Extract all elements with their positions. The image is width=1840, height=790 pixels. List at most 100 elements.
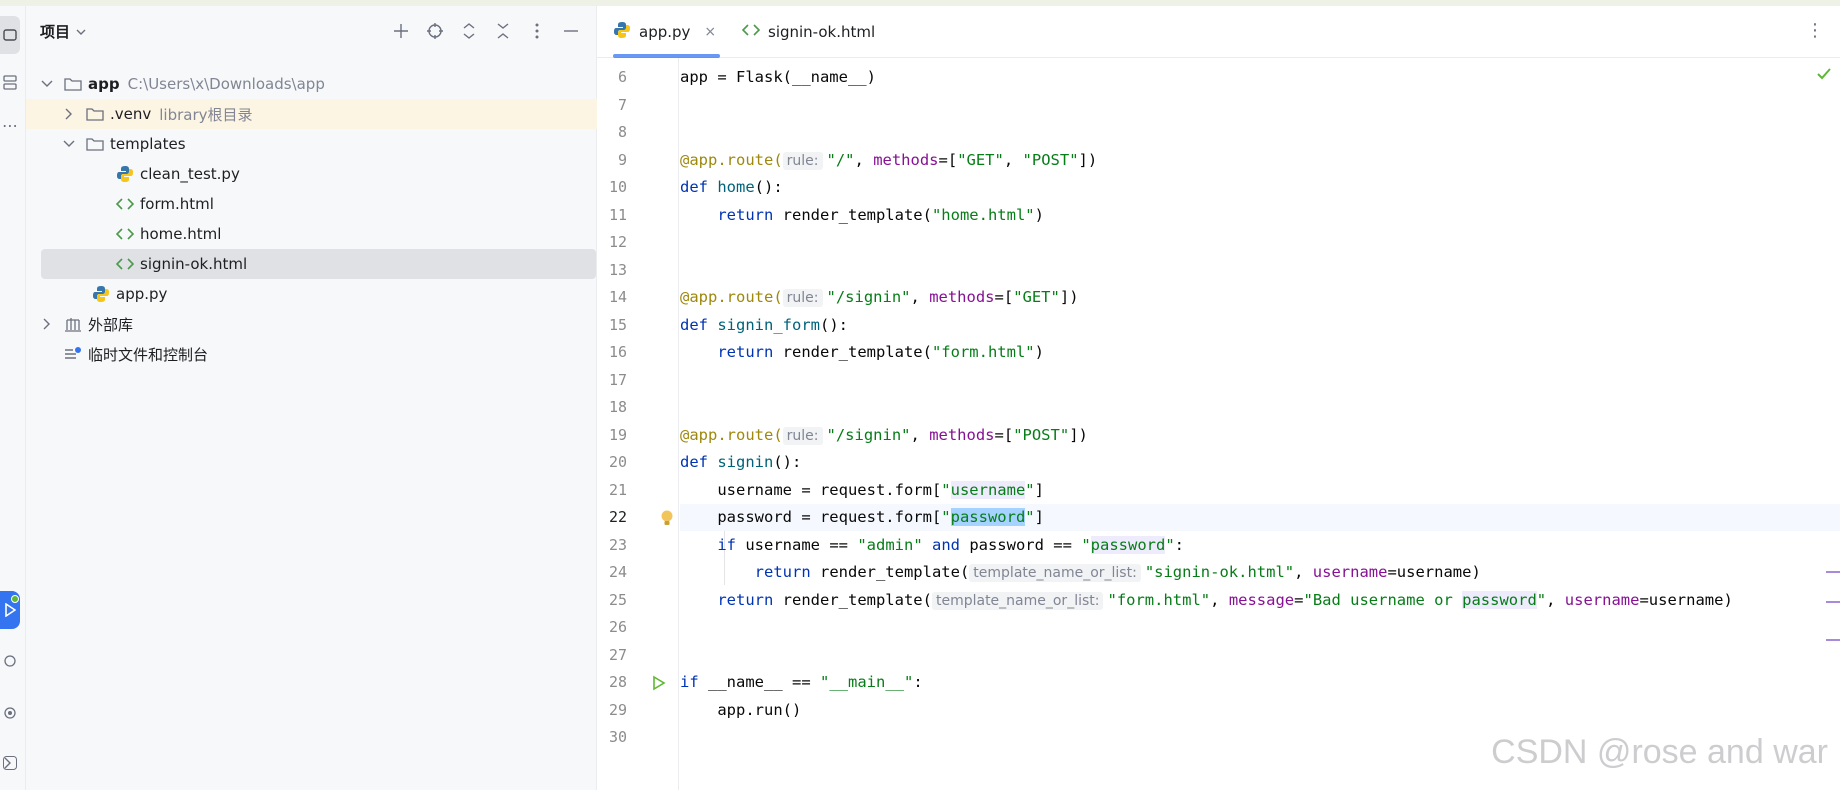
scrollbar-marker[interactable] xyxy=(1826,639,1840,641)
project-panel-title: 项目 xyxy=(40,23,71,41)
code-line-22: password = request.form["password"] xyxy=(717,508,1044,526)
editor-tab-bar: app.py × signin-ok.html ⋮ xyxy=(597,6,1840,58)
tree-item-signin-ok-html[interactable]: signin-ok.html xyxy=(41,249,596,279)
more-tools-button[interactable]: ⋯ xyxy=(0,106,20,144)
tab-label: app.py xyxy=(639,23,691,41)
line-number: 23 xyxy=(608,535,627,554)
chevron-down-icon xyxy=(63,140,75,147)
line-number: 6 xyxy=(617,68,627,86)
folder-icon xyxy=(64,75,82,93)
tab-more-icon[interactable]: ⋮ xyxy=(1806,20,1824,41)
line-number: 21 xyxy=(608,480,627,499)
tree-item-venv[interactable]: .venv library根目录 xyxy=(26,99,597,129)
project-header-toolbar xyxy=(389,19,583,43)
python-file-icon xyxy=(613,21,631,43)
tree-item-label: templates xyxy=(110,135,186,153)
terminal-tool-button[interactable] xyxy=(0,744,20,782)
project-panel: 项目 app C:\Users\x\Downloads\app .venv li… xyxy=(26,6,597,790)
line-number: 29 xyxy=(608,700,627,719)
chevron-right-icon xyxy=(65,108,72,120)
chevron-right-icon xyxy=(43,318,50,330)
code-line-11: return render_template("home.html") xyxy=(717,205,1044,224)
tree-item-label: app.py xyxy=(116,285,168,303)
code-line-28: if __name__ == "__main__": xyxy=(680,673,923,691)
minimize-icon[interactable] xyxy=(559,19,583,43)
line-number-current: 22 xyxy=(608,508,627,526)
code-line-20: def signin(): xyxy=(680,453,802,471)
collapse-all-icon[interactable] xyxy=(491,19,515,43)
tree-item-form-html[interactable]: form.html xyxy=(26,189,597,219)
code-line-23: if username == "admin" and password == "… xyxy=(717,535,1184,554)
scrollbar-marker[interactable] xyxy=(1826,601,1840,603)
code-line-14: @app.route(rule: "/signin", methods=["GET… xyxy=(680,288,1079,307)
line-number: 20 xyxy=(608,453,627,471)
tab-app-py[interactable]: app.py × xyxy=(613,6,721,58)
code-line-9: @app.route(rule: "/", methods=["GET", "PO… xyxy=(680,150,1098,170)
services-tool-button[interactable] xyxy=(0,694,20,732)
tab-label: signin-ok.html xyxy=(768,23,876,41)
folder-icon xyxy=(3,29,17,41)
tree-item-label: 临时文件和控制台 xyxy=(88,345,209,364)
line-number: 27 xyxy=(608,645,627,664)
python-file-icon xyxy=(92,285,110,303)
services-icon xyxy=(4,707,16,719)
python-file-icon xyxy=(116,165,134,183)
run-tool-button[interactable] xyxy=(0,591,20,629)
tree-item-hint: library根目录 xyxy=(159,105,253,124)
scratches-icon xyxy=(64,345,82,363)
line-number: 16 xyxy=(608,343,627,361)
html-file-icon xyxy=(741,23,761,41)
library-icon xyxy=(64,315,82,333)
line-number: 9 xyxy=(617,150,627,169)
tree-item-scratches[interactable]: 临时文件和控制台 xyxy=(26,339,597,369)
tool-window-strip: ⋯ xyxy=(0,6,26,790)
tree-item-clean-test-py[interactable]: clean_test.py xyxy=(26,159,597,189)
text-selection: password xyxy=(950,508,1026,526)
html-file-icon xyxy=(116,195,134,213)
expand-all-icon[interactable] xyxy=(457,19,481,43)
tree-item-app[interactable]: app C:\Users\x\Downloads\app xyxy=(26,69,597,99)
line-number: 14 xyxy=(608,288,627,306)
locate-icon[interactable] xyxy=(423,19,447,43)
more-icon[interactable] xyxy=(525,19,549,43)
scrollbar-marker[interactable] xyxy=(1826,571,1840,573)
line-number: 26 xyxy=(608,618,627,636)
folder-icon xyxy=(86,135,104,153)
code-line-15: def signin_form(): xyxy=(680,315,848,334)
tree-item-external-libraries[interactable]: 外部库 xyxy=(26,309,597,339)
run-gutter-icon[interactable] xyxy=(649,673,669,693)
watermark: CSDN @rose and war xyxy=(1491,733,1828,771)
code-line-6: app = Flask(__name__) xyxy=(680,68,876,86)
line-number: 15 xyxy=(608,315,627,334)
close-icon[interactable]: × xyxy=(704,24,716,40)
tree-item-label: form.html xyxy=(140,195,214,213)
tree-item-label: home.html xyxy=(140,225,222,243)
line-number: 24 xyxy=(608,563,627,581)
code-line-29: app.run() xyxy=(717,700,802,719)
tree-item-label: signin-ok.html xyxy=(140,255,248,273)
line-number: 7 xyxy=(617,95,627,114)
tree-item-app-py[interactable]: app.py xyxy=(26,279,597,309)
tree-item-templates[interactable]: templates xyxy=(26,129,597,159)
code-view[interactable]: app = Flask(__name__) @app.route(rule: "/… xyxy=(680,58,1840,790)
line-number: 17 xyxy=(608,370,627,389)
inlay-hint: rule: xyxy=(782,151,823,170)
add-icon[interactable] xyxy=(389,19,413,43)
line-number-gutter: 6 7 8 9 10 11 12 13 14 15 16 17 18 19 20… xyxy=(597,58,679,790)
inlay-hint: rule: xyxy=(782,289,823,307)
project-view-dropdown[interactable]: 项目 xyxy=(40,21,86,42)
code-line-24: return render_template(template_name_or_… xyxy=(754,563,1481,582)
code-line-16: return render_template("form.html") xyxy=(717,343,1044,361)
structure-tool-button[interactable] xyxy=(0,64,20,102)
tree-item-label: clean_test.py xyxy=(140,165,240,183)
terminal-icon xyxy=(3,756,17,770)
code-line-25: return render_template(template_name_or_… xyxy=(717,590,1733,610)
project-tool-button[interactable] xyxy=(0,16,20,54)
tree-item-home-html[interactable]: home.html xyxy=(26,219,597,249)
python-packages-button[interactable] xyxy=(0,642,20,680)
line-number: 25 xyxy=(608,590,627,609)
html-file-icon xyxy=(116,255,134,273)
tab-signin-ok-html[interactable]: signin-ok.html xyxy=(741,6,876,58)
lightbulb-icon[interactable] xyxy=(657,508,677,528)
tree-item-label: .venv xyxy=(110,105,152,123)
